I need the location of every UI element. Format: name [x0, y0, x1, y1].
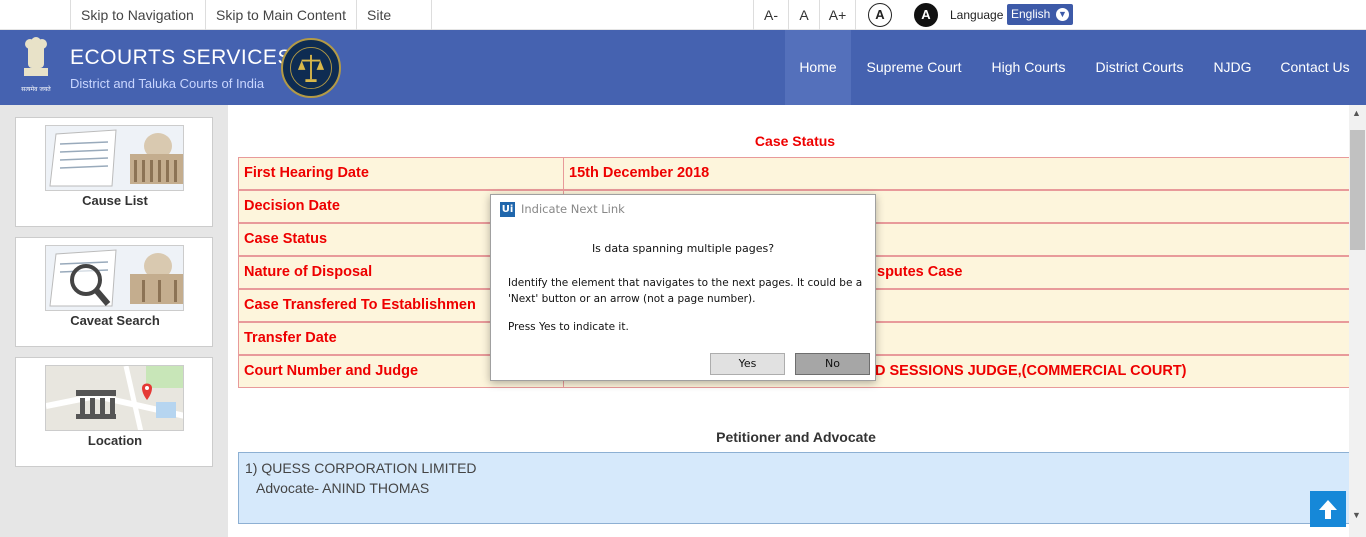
nav-high-courts[interactable]: High Courts	[983, 30, 1074, 105]
caveat-search-card[interactable]: Caveat Search	[15, 237, 213, 347]
no-button[interactable]: No	[795, 353, 870, 375]
case-status-title: Case Status	[754, 133, 836, 149]
arrow-up-icon	[1319, 500, 1337, 519]
national-emblem-icon: सत्यमेव जयते	[21, 37, 51, 93]
cause-list-card[interactable]: Cause List	[15, 117, 213, 227]
indicate-next-link-dialog: Ui Indicate Next Link Is data spanning m…	[490, 194, 876, 381]
font-normal-button[interactable]: A	[788, 0, 819, 30]
site-map-link[interactable]: Site map	[356, 0, 432, 53]
location-label: Location	[87, 433, 143, 448]
language-label: Language	[950, 8, 1004, 22]
cause-list-label: Cause List	[82, 193, 148, 208]
court-number-judge-value: D SESSIONS JUDGE,(COMMERCIAL COURT)	[875, 363, 1187, 379]
court-building-icon	[45, 125, 184, 191]
font-increase-button[interactable]: A+	[819, 0, 856, 30]
sidebar: Cause List Caveat Search Location	[0, 105, 228, 537]
language-select[interactable]: English ▼	[1007, 4, 1073, 25]
nav-home[interactable]: Home	[785, 30, 851, 105]
skip-to-navigation-link[interactable]: Skip to Navigation	[70, 0, 205, 30]
magnifier-icon	[45, 245, 184, 311]
first-hearing-date-label: First Hearing Date	[239, 158, 564, 189]
scroll-down-icon[interactable]: ▼	[1352, 510, 1361, 520]
scrollbar-thumb[interactable]	[1350, 130, 1365, 250]
dialog-title: Indicate Next Link	[521, 202, 625, 216]
normal-contrast-button[interactable]: A	[868, 3, 892, 27]
font-decrease-button[interactable]: A-	[753, 0, 788, 30]
site-subtitle: District and Taluka Courts of India	[70, 76, 265, 91]
petitioner-name: 1) QUESS CORPORATION LIMITED	[245, 460, 477, 476]
location-card[interactable]: Location	[15, 357, 213, 467]
nature-of-disposal-value: sputes Case	[877, 264, 963, 280]
dialog-heading: Is data spanning multiple pages?	[591, 242, 775, 255]
petitioner-title: Petitioner and Advocate	[716, 429, 876, 445]
ecourts-seal-icon	[281, 38, 341, 98]
language-value: English	[1011, 7, 1051, 21]
advocate-name: Advocate- ANIND THOMAS	[256, 480, 430, 496]
high-contrast-button[interactable]: A	[914, 3, 938, 27]
uipath-logo-icon: Ui	[500, 202, 515, 217]
yes-button[interactable]: Yes	[710, 353, 785, 375]
nav-njdg[interactable]: NJDG	[1205, 30, 1260, 105]
utility-bar: Skip to Navigation Skip to Main Content …	[0, 0, 1366, 53]
back-to-top-button[interactable]	[1310, 491, 1346, 527]
scroll-up-icon[interactable]: ▲	[1352, 108, 1361, 118]
petitioner-box: 1) QUESS CORPORATION LIMITED Advocate- A…	[238, 452, 1356, 524]
nav-contact-us[interactable]: Contact Us	[1271, 30, 1359, 105]
nav-supreme-court[interactable]: Supreme Court	[855, 30, 973, 105]
table-row: First Hearing Date 15th December 2018	[238, 157, 1356, 190]
first-hearing-date-value: 15th December 2018	[569, 165, 710, 181]
site-header: सत्यमेव जयते ECOURTS SERVICES District a…	[0, 30, 1366, 105]
chevron-down-icon: ▼	[1056, 8, 1069, 21]
dialog-press-note: Press Yes to indicate it.	[508, 321, 629, 333]
skip-to-main-content-link[interactable]: Skip to Main Content	[205, 0, 356, 30]
site-title: ECOURTS SERVICES	[70, 46, 292, 69]
nav-district-courts[interactable]: District Courts	[1085, 30, 1194, 105]
map-pin-icon	[45, 365, 184, 431]
dialog-body: Identify the element that navigates to t…	[508, 277, 863, 305]
emblem-caption: सत्यमेव जयते	[21, 85, 51, 93]
caveat-search-label: Caveat Search	[70, 313, 160, 328]
